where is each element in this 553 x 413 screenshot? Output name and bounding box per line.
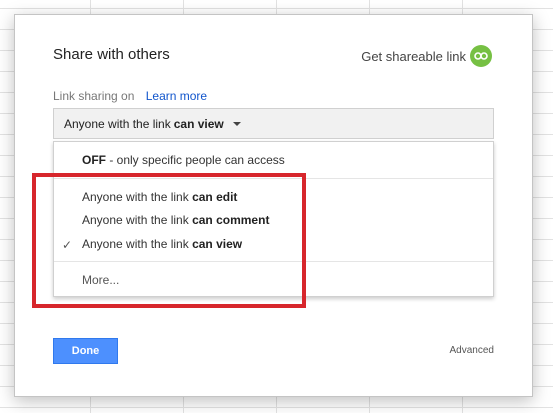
menu-item-off-text: - only specific people can access <box>106 153 285 167</box>
link-sharing-label: Link sharing on <box>53 89 135 103</box>
link-access-dropdown[interactable]: Anyone with the link can view <box>53 108 494 139</box>
annotation-highlight-box <box>32 173 306 308</box>
link-sharing-row: Link sharing on Learn more <box>53 89 207 103</box>
menu-item-off[interactable]: OFF - only specific people can access <box>82 153 285 167</box>
dialog-title: Share with others <box>53 46 170 63</box>
get-shareable-link-button[interactable]: Get shareable link <box>361 45 492 67</box>
link-icon[interactable] <box>470 45 492 67</box>
dropdown-selected-value: can view <box>173 116 224 131</box>
chevron-down-icon <box>232 121 241 126</box>
advanced-link[interactable]: Advanced <box>450 345 494 356</box>
learn-more-link[interactable]: Learn more <box>146 89 207 103</box>
dropdown-prefix: Anyone with the link <box>64 116 171 131</box>
shareable-link-label: Get shareable link <box>361 48 466 64</box>
done-button[interactable]: Done <box>53 338 118 364</box>
menu-item-off-bold: OFF <box>82 153 106 167</box>
